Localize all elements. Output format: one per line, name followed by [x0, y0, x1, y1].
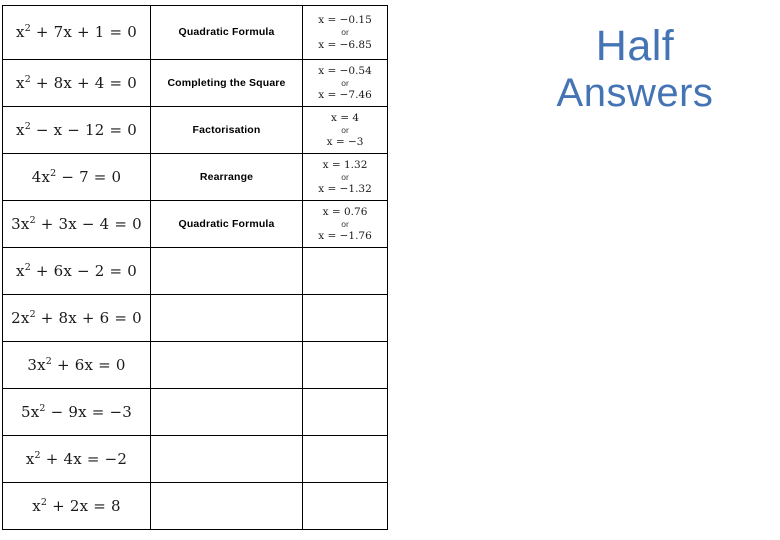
answer-cell[interactable]: x = −0.15 or x = −6.85 [302, 5, 388, 60]
answer-cell[interactable] [302, 482, 388, 530]
table-row: x2 − x − 12 = 0 Factorisation x = 4 or x = −… [2, 106, 388, 154]
answer-text: x = −0.54 or x = −7.46 [303, 64, 387, 103]
table-row: 3x2 + 3x − 4 = 0 Quadratic Formula x = 0.7… [2, 200, 388, 248]
answer-or-separator: or [341, 171, 349, 182]
answer-root-1: x = 0.76 [322, 205, 368, 218]
method-label: Quadratic Formula [178, 26, 275, 39]
answer-cell[interactable]: x = 4 or x = −3 [302, 106, 388, 154]
answer-root-2: x = −1.32 [318, 183, 372, 196]
method-cell[interactable]: Rearrange [150, 153, 303, 201]
answer-text: x = −0.15 or x = −6.85 [303, 13, 387, 52]
answer-cell[interactable] [302, 341, 388, 389]
method-cell[interactable]: Quadratic Formula [150, 5, 303, 60]
method-cell[interactable] [150, 341, 303, 389]
answer-or-separator: or [341, 77, 349, 88]
table-row: x2 + 7x + 1 = 0 Quadratic Formula x = −0.1… [2, 5, 388, 60]
method-label: Completing the Square [167, 76, 286, 89]
equation-cell: x2 + 7x + 1 = 0 [2, 5, 151, 60]
answer-cell[interactable]: x = −0.54 or x = −7.46 [302, 59, 388, 107]
equation-cell: x2 + 4x = −2 [2, 435, 151, 483]
table-row: x2 + 4x = −2 [2, 435, 388, 483]
answer-cell[interactable]: x = 0.76 or x = −1.76 [302, 200, 388, 248]
equation-cell: x2 + 2x = 8 [2, 482, 151, 530]
answer-or-separator: or [341, 218, 349, 229]
equation-text: 4x2 − 7 = 0 [31, 167, 122, 186]
equation-cell: 5x2 − 9x = −3 [2, 388, 151, 436]
table-row: x2 + 2x = 8 [2, 482, 388, 530]
equation-text: 3x2 + 6x = 0 [27, 355, 126, 374]
equation-text: x2 + 2x = 8 [32, 496, 121, 515]
answer-root-2: x = −1.76 [318, 230, 372, 243]
equation-text: x2 + 6x − 2 = 0 [16, 261, 137, 280]
quadratics-worksheet-table: x2 + 7x + 1 = 0 Quadratic Formula x = −0.1… [2, 5, 388, 530]
table-row: 2x2 + 8x + 6 = 0 [2, 294, 388, 342]
answer-root-1: x = −0.15 [318, 14, 372, 27]
answer-cell[interactable] [302, 435, 388, 483]
method-cell[interactable] [150, 247, 303, 295]
method-label: Factorisation [192, 123, 261, 136]
equation-cell: x2 + 6x − 2 = 0 [2, 247, 151, 295]
table-row: x2 + 8x + 4 = 0 Completing the Square x = … [2, 59, 388, 107]
table-body: x2 + 7x + 1 = 0 Quadratic Formula x = −0.1… [2, 5, 388, 530]
table-row: 5x2 − 9x = −3 [2, 388, 388, 436]
answer-root-1: x = −0.54 [318, 64, 372, 77]
answer-text: x = 4 or x = −3 [303, 111, 387, 150]
method-cell[interactable] [150, 294, 303, 342]
equation-text: 3x2 + 3x − 4 = 0 [11, 214, 142, 233]
equation-cell: 3x2 + 3x − 4 = 0 [2, 200, 151, 248]
answer-root-2: x = −7.46 [318, 89, 372, 102]
answer-cell[interactable] [302, 247, 388, 295]
equation-text: x2 + 8x + 4 = 0 [16, 73, 137, 92]
equation-cell: 2x2 + 8x + 6 = 0 [2, 294, 151, 342]
method-label: Rearrange [199, 170, 254, 183]
equation-text: x2 + 7x + 1 = 0 [16, 23, 137, 42]
method-cell[interactable]: Factorisation [150, 106, 303, 154]
answer-root-1: x = 4 [330, 111, 360, 124]
equation-text: x2 + 4x = −2 [25, 449, 128, 468]
answer-root-2: x = −3 [326, 136, 364, 149]
equation-text: x2 − x − 12 = 0 [16, 120, 137, 139]
answer-or-separator: or [341, 124, 349, 135]
method-cell[interactable] [150, 388, 303, 436]
answer-or-separator: or [341, 27, 349, 38]
page-title: Half Answers [500, 22, 770, 116]
equation-cell: 4x2 − 7 = 0 [2, 153, 151, 201]
table-row: 3x2 + 6x = 0 [2, 341, 388, 389]
equation-cell: 3x2 + 6x = 0 [2, 341, 151, 389]
method-cell[interactable]: Quadratic Formula [150, 200, 303, 248]
method-label: Quadratic Formula [178, 217, 275, 230]
method-cell[interactable]: Completing the Square [150, 59, 303, 107]
answer-root-1: x = 1.32 [322, 158, 368, 171]
answer-root-2: x = −6.85 [318, 38, 372, 51]
answer-text: x = 0.76 or x = −1.76 [303, 205, 387, 244]
equation-text: 5x2 − 9x = −3 [21, 402, 132, 421]
table-row: 4x2 − 7 = 0 Rearrange x = 1.32 or x = −1.32 [2, 153, 388, 201]
title-line-answers: Answers [556, 71, 714, 116]
answer-cell[interactable] [302, 294, 388, 342]
answer-cell[interactable]: x = 1.32 or x = −1.32 [302, 153, 388, 201]
title-line-half: Half [595, 22, 675, 70]
equation-cell: x2 + 8x + 4 = 0 [2, 59, 151, 107]
answer-text: x = 1.32 or x = −1.32 [303, 158, 387, 197]
equation-text: 2x2 + 8x + 6 = 0 [11, 308, 142, 327]
method-cell[interactable] [150, 435, 303, 483]
table-row: x2 + 6x − 2 = 0 [2, 247, 388, 295]
answer-cell[interactable] [302, 388, 388, 436]
method-cell[interactable] [150, 482, 303, 530]
equation-cell: x2 − x − 12 = 0 [2, 106, 151, 154]
